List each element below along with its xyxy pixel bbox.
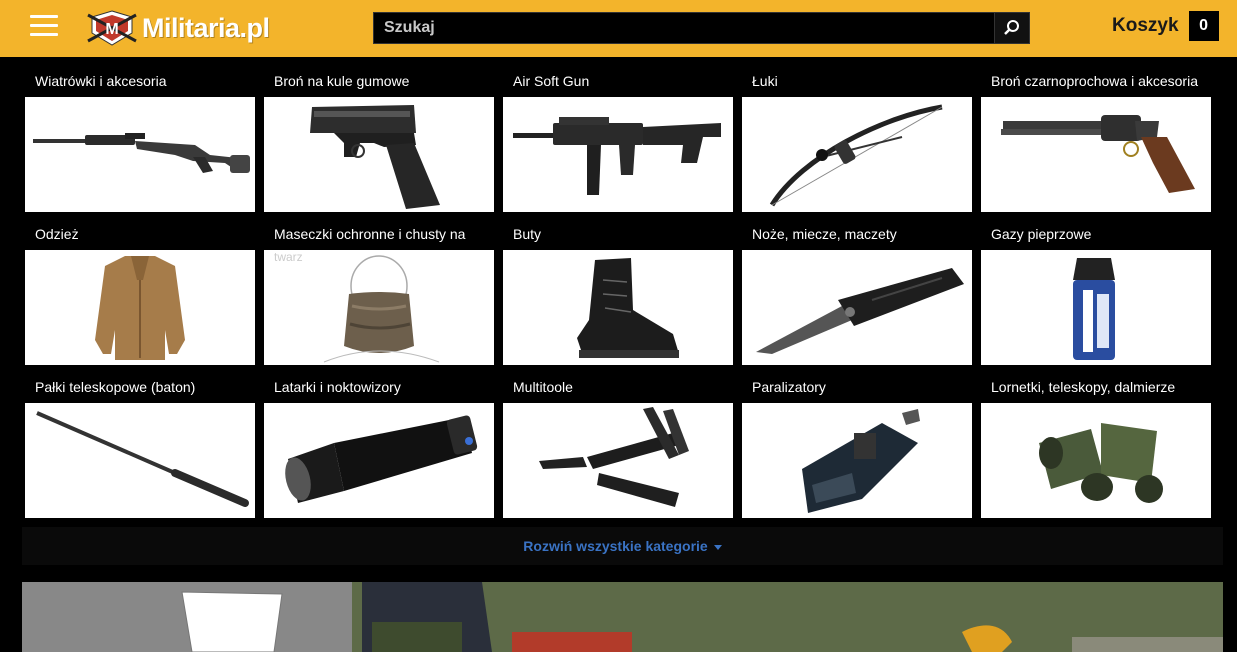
category-tile-multitoole[interactable]: Multitoole	[500, 368, 733, 522]
logo-badge-icon: M	[86, 9, 138, 47]
promo-banner[interactable]	[22, 582, 1223, 652]
flashlight-image	[264, 403, 494, 518]
category-label: Łuki	[752, 73, 778, 89]
category-label-continuation: twarz	[274, 250, 303, 264]
category-tile-palki[interactable]: Pałki teleskopowe (baton)	[22, 368, 255, 522]
category-label: Latarki i noktowizory	[274, 379, 401, 395]
face-mask-image: twarz	[264, 250, 494, 365]
menu-icon[interactable]	[30, 15, 58, 37]
expand-bar: Rozwiń wszystkie kategorie	[22, 527, 1223, 565]
expand-categories-label: Rozwiń wszystkie kategorie	[523, 538, 708, 554]
binoculars-image	[981, 403, 1211, 518]
category-label: Paralizatory	[752, 379, 826, 395]
cart-button[interactable]: Koszyk 0	[1112, 11, 1219, 41]
revolver-image	[981, 97, 1211, 212]
category-label: Gazy pieprzowe	[991, 226, 1092, 242]
jacket-image	[25, 250, 255, 365]
banner-image	[22, 582, 1223, 652]
pepper-spray-image	[981, 250, 1211, 365]
category-label: Air Soft Gun	[513, 73, 590, 89]
category-tile-buty[interactable]: Buty	[500, 215, 733, 369]
search-icon	[1004, 20, 1019, 35]
category-tile-gazy-pieprzowe[interactable]: Gazy pieprzowe	[978, 215, 1211, 369]
search-button[interactable]	[994, 13, 1029, 43]
stun-gun-image	[742, 403, 972, 518]
category-tile-bron-czarnoprochowa[interactable]: Broń czarnoprochowa i akcesoria	[978, 62, 1211, 216]
air-rifle-image	[25, 97, 255, 212]
cart-count-badge: 0	[1188, 11, 1219, 41]
category-tile-lornetki[interactable]: Lornetki, teleskopy, dalmierze	[978, 368, 1211, 522]
knife-image	[742, 250, 972, 365]
category-tile-bron-kule-gumowe[interactable]: Broń na kule gumowe	[261, 62, 494, 216]
category-tile-luki[interactable]: Łuki	[739, 62, 972, 216]
category-tile-latarki[interactable]: Latarki i noktowizory	[261, 368, 494, 522]
category-label: Odzież	[35, 226, 79, 242]
svg-text:M: M	[105, 21, 118, 38]
expand-categories-link[interactable]: Rozwiń wszystkie kategorie	[523, 538, 722, 554]
category-tile-wiatrowki[interactable]: Wiatrówki i akcesoria	[22, 62, 255, 216]
multitool-image	[503, 403, 733, 518]
search-bar	[373, 12, 1030, 44]
category-label: Buty	[513, 226, 542, 242]
boot-image	[503, 250, 733, 365]
pistol-image	[264, 97, 494, 212]
category-tile-odziez[interactable]: Odzież	[22, 215, 255, 369]
category-label: Wiatrówki i akcesoria	[35, 73, 167, 89]
category-label: Pałki teleskopowe (baton)	[35, 379, 196, 395]
header: M Militaria.pl Koszyk 0	[0, 0, 1237, 57]
airsoft-rifle-image	[503, 97, 733, 212]
search-input[interactable]	[374, 13, 984, 43]
cart-label: Koszyk	[1112, 15, 1179, 36]
category-tile-paralizatory[interactable]: Paralizatory	[739, 368, 972, 522]
category-label: Broń czarnoprochowa i akcesoria	[991, 73, 1198, 89]
category-label: Noże, miecze, maczety	[752, 226, 897, 242]
bow-image	[742, 97, 972, 212]
category-label: Multitoole	[513, 379, 573, 395]
category-tile-maseczki[interactable]: Maseczki ochronne i chusty na twarz	[261, 215, 494, 369]
category-label: Maseczki ochronne i chusty na	[274, 226, 466, 242]
baton-image	[25, 403, 255, 518]
caret-down-icon	[713, 544, 722, 550]
category-tile-air-soft-gun[interactable]: Air Soft Gun	[500, 62, 733, 216]
category-label: Lornetki, teleskopy, dalmierze	[991, 379, 1176, 395]
category-tile-noze[interactable]: Noże, miecze, maczety	[739, 215, 972, 369]
logo-text: Militaria.pl	[142, 12, 270, 43]
logo[interactable]: M Militaria.pl	[86, 8, 270, 48]
category-label: Broń na kule gumowe	[274, 73, 410, 89]
